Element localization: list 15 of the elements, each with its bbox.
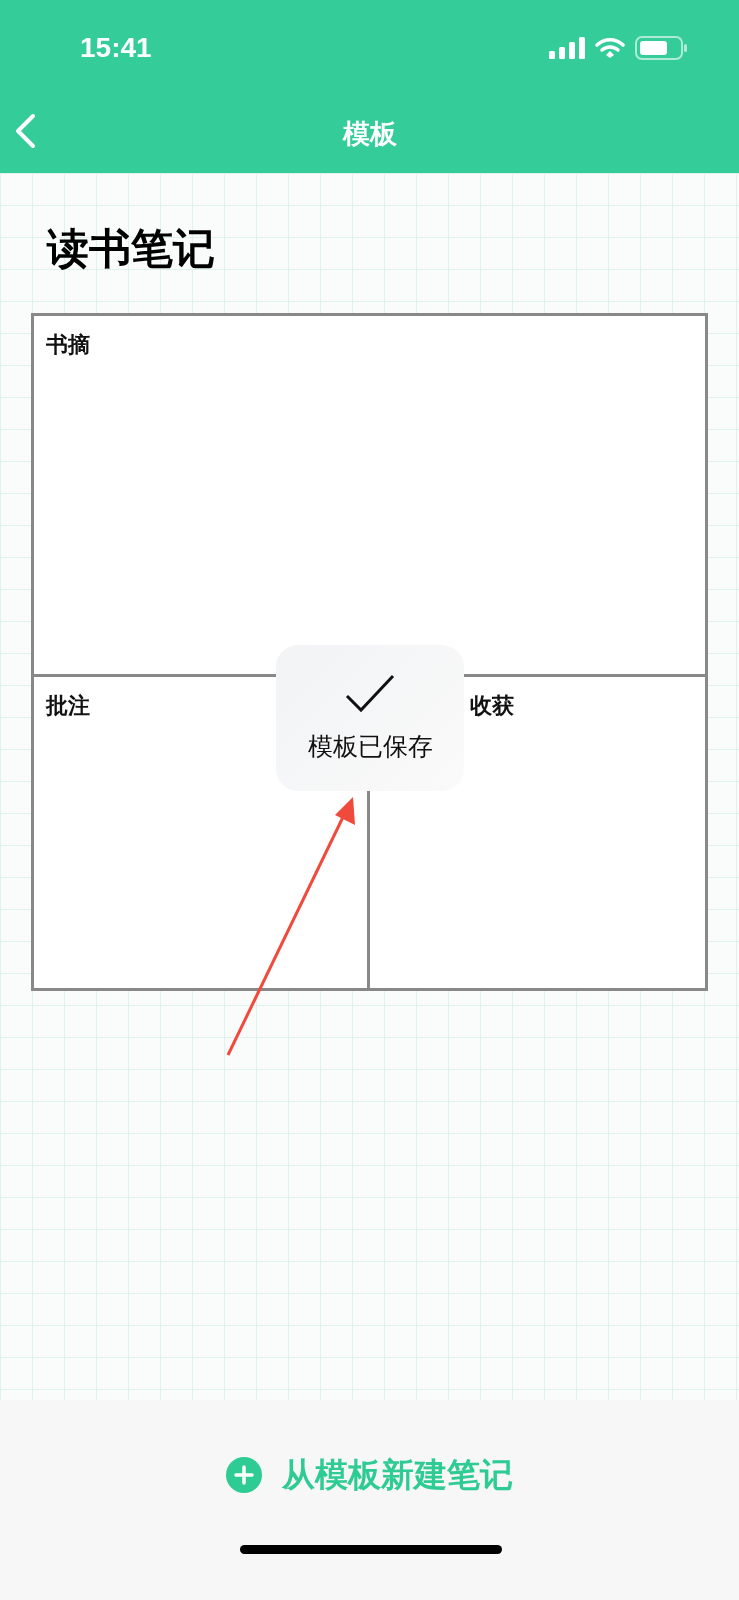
section-label: 收获 — [469, 693, 514, 718]
nav-title: 模板 — [342, 117, 397, 151]
back-button[interactable] — [14, 113, 36, 149]
battery-icon — [635, 35, 687, 60]
note-title: 读书笔记 — [47, 223, 216, 275]
plus-circle-icon — [226, 1457, 262, 1493]
wifi-icon — [595, 36, 625, 59]
status-time: 15:41 — [80, 31, 152, 64]
chevron-left-icon — [14, 113, 36, 149]
section-label: 批注 — [46, 693, 90, 718]
checkmark-icon — [345, 673, 395, 714]
toast-message: 模板已保存 — [307, 730, 433, 763]
section-label: 书摘 — [46, 332, 90, 357]
signal-icon — [549, 36, 585, 59]
new-note-from-template-button[interactable]: 从模板新建笔记 — [220, 1450, 519, 1500]
